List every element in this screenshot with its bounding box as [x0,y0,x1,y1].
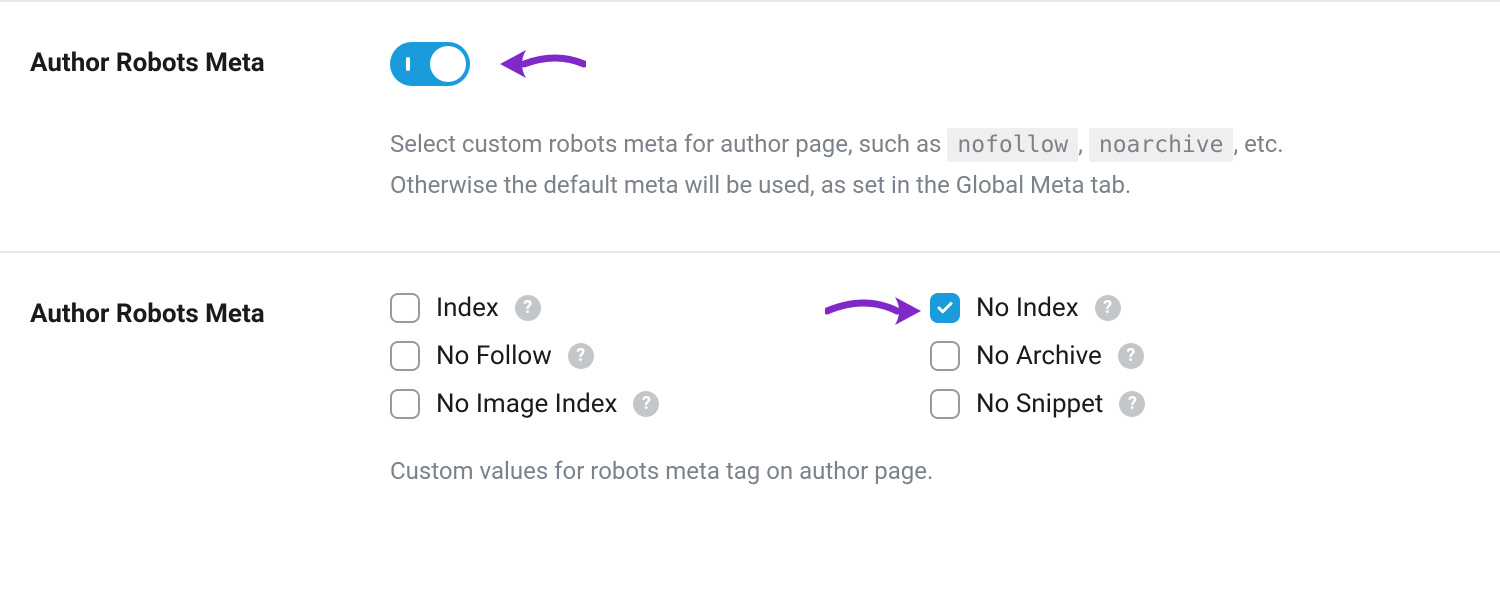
annotation-arrow-icon [825,289,925,340]
setting-description: Custom values for robots meta tag on aut… [390,457,1470,485]
help-icon[interactable]: ? [1119,391,1145,417]
setting-label: Author Robots Meta [30,293,390,485]
help-icon[interactable]: ? [1118,343,1144,369]
checkbox-no-snippet[interactable] [930,389,960,419]
annotation-arrow-icon [496,44,586,84]
setting-description: Select custom robots meta for author pag… [390,124,1390,206]
help-icon[interactable]: ? [568,343,594,369]
help-icon[interactable]: ? [515,295,541,321]
option-label: Index [436,293,499,323]
option-no-follow: No Follow ? [390,341,930,371]
option-label: No Follow [436,341,552,371]
setting-field: Select custom robots meta for author pag… [390,42,1470,206]
option-label: No Index [976,293,1079,323]
option-no-snippet: No Snippet ? [930,389,1470,419]
author-robots-meta-toggle[interactable] [390,42,470,86]
robots-options-grid: Index ? No Index ? [390,293,1470,419]
checkbox-no-image-index[interactable] [390,389,420,419]
option-no-index: No Index ? [930,293,1470,323]
code-noarchive: noarchive [1089,128,1234,162]
option-label: No Archive [976,341,1102,371]
setting-row-author-robots-toggle: Author Robots Meta Select custom robots … [0,0,1500,251]
code-nofollow: nofollow [947,128,1078,162]
option-no-image-index: No Image Index ? [390,389,930,419]
option-label: No Snippet [976,389,1103,419]
checkbox-no-archive[interactable] [930,341,960,371]
help-icon[interactable]: ? [1095,295,1121,321]
option-label: No Image Index [436,389,617,419]
checkbox-no-index[interactable] [930,293,960,323]
checkbox-no-follow[interactable] [390,341,420,371]
checkbox-index[interactable] [390,293,420,323]
help-icon[interactable]: ? [633,391,659,417]
option-no-archive: No Archive ? [930,341,1470,371]
setting-label: Author Robots Meta [30,42,390,206]
setting-row-author-robots-options: Author Robots Meta Index ? [0,251,1500,530]
setting-field: Index ? No Index ? [390,293,1470,485]
